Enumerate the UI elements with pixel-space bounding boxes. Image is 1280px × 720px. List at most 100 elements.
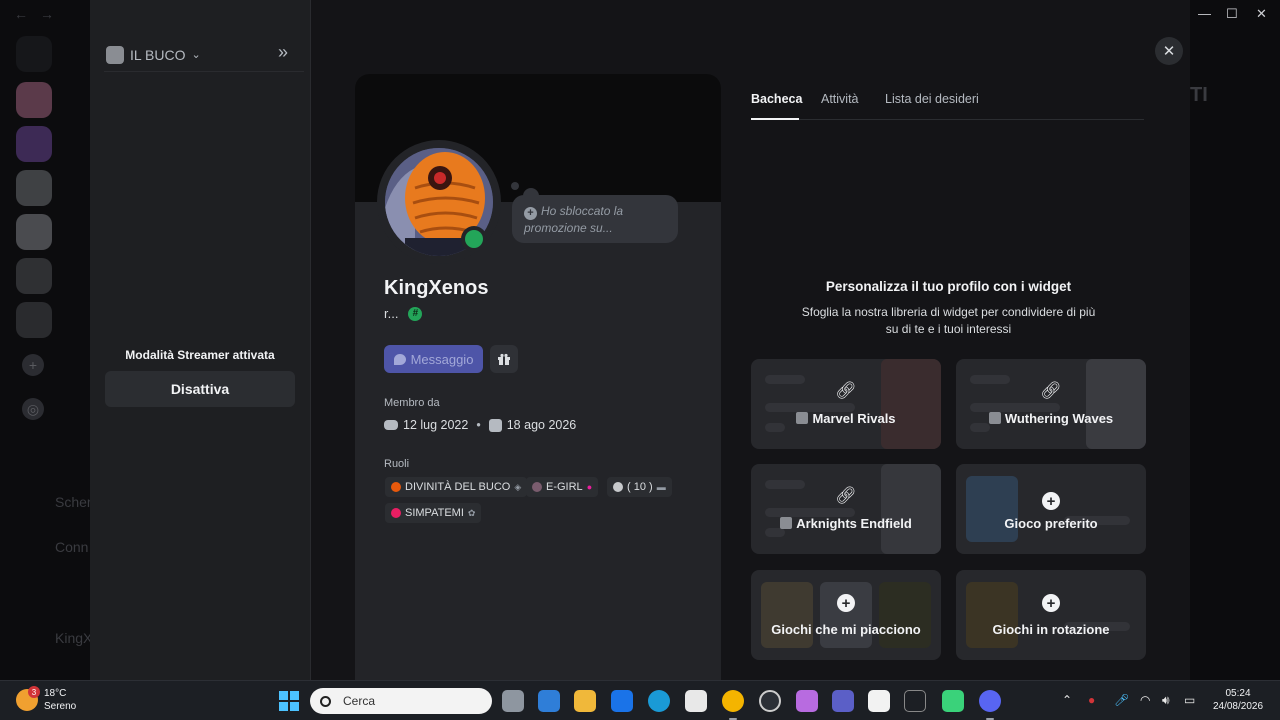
server-icon xyxy=(106,45,124,64)
game-art xyxy=(881,464,941,554)
separator-dot: • xyxy=(476,418,481,432)
bubble-tail xyxy=(511,182,519,190)
server-icon[interactable] xyxy=(16,170,52,206)
amazon-icon[interactable] xyxy=(868,690,890,712)
add-server-icon[interactable]: + xyxy=(22,354,44,376)
store-icon[interactable] xyxy=(685,690,707,712)
weather-widget[interactable]: 3 18°C Sereno xyxy=(16,686,76,713)
time: 05:24 xyxy=(1225,688,1251,699)
widget-tile[interactable]: + Giochi che mi piacciono xyxy=(751,570,941,660)
dropbox-icon[interactable] xyxy=(611,690,633,712)
chevron-up-icon[interactable]: ⌃ xyxy=(1062,693,1072,707)
clock[interactable]: 05:24 24/08/2026 xyxy=(1210,687,1266,713)
widget-name: Gioco preferito xyxy=(1004,516,1098,531)
file-explorer-icon[interactable] xyxy=(574,690,596,712)
game-icon xyxy=(780,517,793,529)
widget-tile[interactable]: 🔗︎ Arknights Endfield xyxy=(751,464,941,554)
role-badge[interactable]: ( 10 ) ▬ xyxy=(607,477,672,497)
game-art xyxy=(879,582,931,648)
discord-home-icon[interactable] xyxy=(16,36,52,72)
microphone-icon[interactable]: 🎤︎ xyxy=(1114,693,1129,707)
edge-icon[interactable] xyxy=(648,690,670,712)
collapse-icon[interactable]: » xyxy=(278,42,288,63)
tab-wishlist[interactable]: Lista dei desideri xyxy=(885,92,979,106)
discord-icon[interactable] xyxy=(979,690,1001,712)
server-icon[interactable] xyxy=(16,214,52,250)
widget-tile[interactable]: + Giochi in rotazione xyxy=(956,570,1146,660)
temperature: 18°C xyxy=(44,688,67,699)
battery-icon[interactable]: ▭ xyxy=(1184,693,1195,707)
message-button[interactable]: Messaggio xyxy=(384,345,483,373)
start-icon[interactable] xyxy=(279,691,299,711)
widget-name: Marvel Rivals xyxy=(751,411,941,426)
server-icon[interactable] xyxy=(16,302,52,338)
tab-attivita[interactable]: Attività xyxy=(821,92,859,106)
minimize-icon[interactable]: — xyxy=(1198,6,1211,21)
chevron-down-icon: ⌄ xyxy=(191,49,201,61)
role-color-icon xyxy=(613,482,623,492)
background-text: Scher xyxy=(55,494,92,510)
copilot-icon[interactable] xyxy=(796,690,818,712)
game-art xyxy=(966,582,1018,648)
gift-button[interactable] xyxy=(490,345,518,373)
server-icon[interactable] xyxy=(16,258,52,294)
maximize-icon[interactable]: ☐ xyxy=(1226,6,1238,22)
task-view-icon[interactable] xyxy=(502,690,524,712)
explore-icon[interactable]: ◎ xyxy=(22,398,44,420)
search-icon xyxy=(320,695,331,707)
link-icon: 🔗︎ xyxy=(835,381,857,400)
role-color-icon xyxy=(532,482,542,492)
widget-name: Giochi che mi piacciono xyxy=(771,622,921,637)
username-row: r... # xyxy=(384,306,423,321)
status-bubble[interactable]: + Ho sbloccato la promozione su... xyxy=(512,195,678,243)
search-placeholder: Cerca xyxy=(343,694,376,708)
role-badge[interactable]: DIVINITÀ DEL BUCO ◈ xyxy=(385,477,528,497)
role-badge[interactable]: SIMPATEMI ✿ xyxy=(385,503,482,523)
game-icon xyxy=(988,412,1001,424)
profile-tabs: Bacheca Attività Lista dei desideri xyxy=(751,90,1144,120)
online-status-icon xyxy=(465,230,483,248)
role-name: DIVINITÀ DEL BUCO xyxy=(405,481,511,493)
widgets-title: Personalizza il tuo profilo con i widget xyxy=(825,279,1072,294)
tray-app-icon[interactable]: ● xyxy=(1088,693,1095,707)
chrome-icon[interactable] xyxy=(722,690,744,712)
server-icon[interactable] xyxy=(16,82,52,118)
teams-icon[interactable] xyxy=(832,690,854,712)
back-arrow-icon: ← xyxy=(14,6,28,22)
tab-bacheca[interactable]: Bacheca xyxy=(751,92,802,106)
add-slot xyxy=(820,582,872,648)
app-icon[interactable] xyxy=(904,690,926,712)
app-icon[interactable] xyxy=(942,690,964,712)
date: 24/08/2026 xyxy=(1212,701,1264,712)
background-text: TI xyxy=(1190,84,1208,106)
link-icon: 🔗︎ xyxy=(835,486,857,505)
role-emoji-icon: ◈ xyxy=(514,481,522,492)
close-window-icon[interactable]: ✕ xyxy=(1256,6,1267,22)
close-icon[interactable]: ✕ xyxy=(1155,37,1183,65)
game-icon xyxy=(796,412,809,424)
game-art xyxy=(1086,359,1146,449)
widget-tile[interactable]: 🔗︎ Wuthering Waves xyxy=(956,359,1146,449)
role-name: E-GIRL xyxy=(546,481,583,493)
status-text: Ho sbloccato la promozione su... xyxy=(524,204,624,235)
server-icon[interactable] xyxy=(16,126,52,162)
obs-icon[interactable] xyxy=(759,690,781,712)
server-join-date: 18 ago 2026 xyxy=(506,418,577,432)
widget-tile[interactable]: + Gioco preferito xyxy=(956,464,1146,554)
taskbar-search[interactable]: Cerca xyxy=(310,688,492,714)
widget-tile[interactable]: 🔗︎ Marvel Rivals xyxy=(751,359,941,449)
wifi-icon[interactable]: ◠ xyxy=(1140,693,1150,707)
volume-icon[interactable]: 🔊︎ xyxy=(1162,693,1170,708)
role-emoji-icon: ✿ xyxy=(467,507,476,518)
server-name: IL BUCO xyxy=(130,46,186,63)
disable-streamer-button[interactable]: Disattiva xyxy=(105,371,295,407)
discord-join-date: 12 lug 2022 xyxy=(403,418,469,432)
role-badge[interactable]: E-GIRL ● xyxy=(526,477,599,497)
background-right: TI xyxy=(1190,28,1280,680)
hashtag-badge-icon[interactable]: # xyxy=(408,306,423,321)
weather-badge: 3 xyxy=(28,686,40,698)
server-header[interactable]: IL BUCO ⌄ xyxy=(104,38,304,72)
background-text: Conn xyxy=(55,539,89,555)
outlook-icon[interactable] xyxy=(538,690,560,712)
game-art xyxy=(966,476,1018,542)
